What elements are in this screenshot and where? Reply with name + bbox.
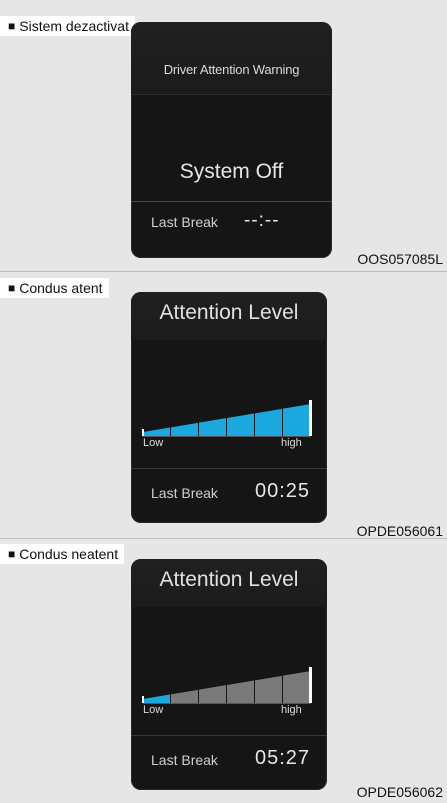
panel-attentive: ■ Condus atent Attention Level Low high …	[0, 272, 447, 539]
meter-segment	[171, 422, 198, 436]
panel-inattentive: ■ Condus neatent Attention Level Low hig…	[0, 539, 447, 803]
caption-text: Condus atent	[19, 280, 103, 296]
low-label: Low	[143, 437, 164, 449]
meter-segment	[283, 671, 310, 703]
high-label: high	[281, 704, 302, 716]
last-break-label: Last Break	[151, 752, 218, 768]
screen-title: Attention Level	[159, 301, 299, 324]
meter-segment	[143, 427, 170, 436]
caption-box: ■ Condus neatent	[0, 544, 125, 564]
meter-segment	[199, 685, 226, 703]
figure-code: OOS057085L	[357, 251, 443, 267]
meter-start-tick	[142, 696, 144, 703]
figure-code: OPDE056062	[356, 784, 443, 800]
figure-code: OPDE056061	[356, 523, 443, 539]
high-label: high	[281, 437, 302, 449]
caption-box: ■ Condus atent	[0, 278, 109, 298]
last-break-label: Last Break	[151, 485, 218, 501]
last-break-value: 00:25	[255, 480, 311, 502]
screen-title: Attention Level	[159, 568, 299, 591]
square-bullet-icon: ■	[8, 19, 16, 33]
caption-text: Sistem dezactivat	[19, 18, 129, 34]
meter-start-tick	[142, 429, 144, 436]
meter-segment	[227, 413, 254, 436]
meter-segment	[255, 675, 282, 703]
caption-box: ■ Sistem dezactivat	[0, 16, 135, 36]
last-break-value: 05:27	[255, 747, 311, 769]
screen-header	[131, 22, 332, 94]
screen-title: Driver Attention Warning	[163, 62, 300, 77]
low-label: Low	[143, 704, 164, 716]
meter-segment	[171, 689, 198, 703]
meter-end-tick	[309, 667, 312, 703]
meter-end-tick	[309, 400, 312, 436]
meter-segment	[227, 680, 254, 703]
meter-segment	[255, 408, 282, 436]
cluster-screen: Attention Level Low high Last Break 05:2…	[131, 559, 327, 790]
panel-system-off: ■ Sistem dezactivat Driver Attention War…	[0, 0, 447, 271]
meter-segment	[143, 694, 170, 703]
square-bullet-icon: ■	[8, 547, 16, 561]
square-bullet-icon: ■	[8, 281, 16, 295]
last-break-label: Last Break	[151, 214, 218, 230]
caption-text: Condus neatent	[19, 546, 119, 562]
cluster-screen: Driver Attention Warning System Off Last…	[131, 22, 332, 258]
cluster-screen: Attention Level Low high Last Break 00:2…	[131, 292, 327, 523]
last-break-value: --:--	[244, 210, 280, 231]
meter-segment	[283, 404, 310, 436]
system-status: System Off	[179, 160, 284, 183]
meter-segment	[199, 418, 226, 436]
